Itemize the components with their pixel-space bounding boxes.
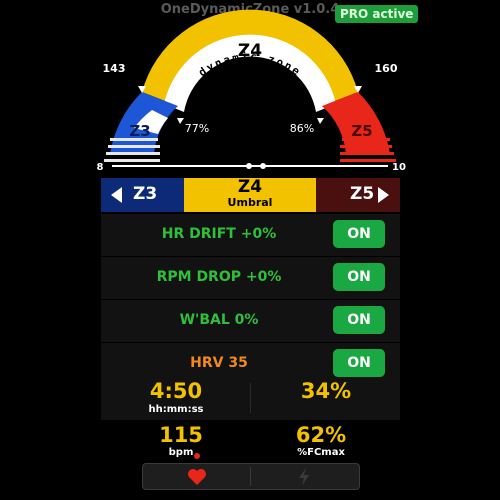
left-edge-label: 8 [97,162,104,173]
fcmax-unit: %FCmax [297,447,345,458]
left-pct-marker [177,118,184,124]
right-pct-label: 86% [290,122,314,135]
prev-zone-button[interactable]: Z3 [101,178,184,212]
stats-panel-hr: 115 bpm 62% %FCmax [101,421,400,463]
right-zone-label: Z5 [351,122,372,140]
hrv-label: HRV 35 [190,355,248,371]
left-zone-label: Z3 [129,122,150,140]
rpm-drop-toggle[interactable]: ON [333,263,385,291]
hr-slider-dot [246,163,252,169]
current-zone-display: Z4 Umbral [184,178,316,212]
hr-drift-label: HR DRIFT +0% [161,226,277,242]
arrow-left-icon [111,187,122,203]
right-edge-label: 10 [392,162,406,173]
next-zone-label: Z5 [350,184,375,204]
prev-zone-label: Z3 [133,184,158,204]
fcmax-value: 62% [295,423,347,447]
current-zone-name: Umbral [227,196,273,209]
stats-panel-time: 4:50 hh:mm:ss 34% [101,377,400,420]
hr-slider-dot-2 [260,163,266,169]
current-zone-label: Z4 [237,177,263,197]
arrow-right-icon [378,187,389,203]
lightning-icon [299,468,309,486]
heart-rate-unit: bpm [168,447,194,458]
stats-divider [250,383,251,413]
left-pct-label: 77% [185,122,209,135]
heart-tab[interactable] [143,464,250,489]
elapsed-time-unit: hh:mm:ss [148,404,204,415]
wbal-toggle[interactable]: ON [333,306,385,334]
next-zone-button[interactable]: Z5 [316,178,400,212]
bottom-tab-bar [142,463,360,490]
gauge-zone-name: Umbral [217,83,282,102]
wbal-label: W'BAL 0% [179,312,259,328]
left-hr-value: 143 [103,62,126,75]
right-pct-marker [317,118,324,124]
heart-rate-value: 115 [159,423,203,447]
zone-percent: 34% [300,379,352,403]
hrv-toggle[interactable]: ON [333,349,385,377]
elapsed-time: 4:50 [149,379,203,403]
toggle-row-rpm-drop: RPM DROP +0% ON [101,257,400,300]
hr-drift-toggle[interactable]: ON [333,220,385,248]
right-hr-value: 160 [375,62,398,75]
rpm-drop-label: RPM DROP +0% [156,269,282,285]
toggle-row-hr-drift: HR DRIFT +0% ON [101,214,400,257]
hr-pulse-dot [194,453,200,459]
zone-gauge: Z4 dynamic zone Umbral 143 160 Z3 Z5 77%… [97,9,406,173]
power-tab[interactable] [251,464,358,489]
heart-icon [188,469,206,485]
toggle-row-wbal: W'BAL 0% ON [101,300,400,343]
